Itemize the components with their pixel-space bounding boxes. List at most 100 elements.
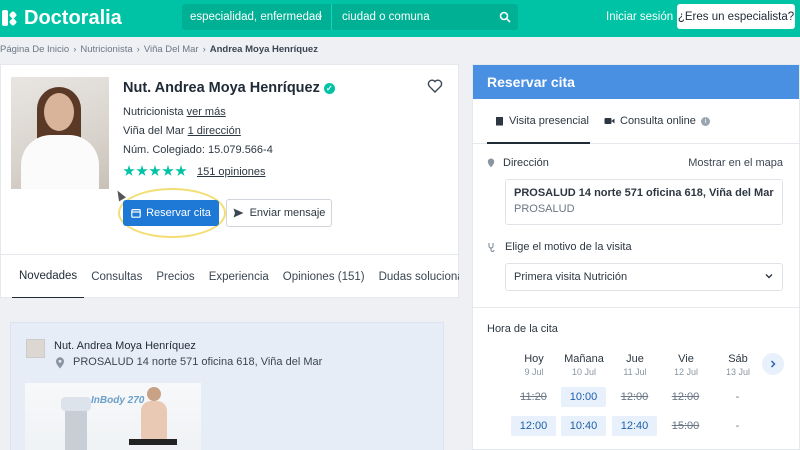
specialist-button[interactable]: ¿Eres un especialista? bbox=[677, 4, 795, 29]
reserve-appointment-button[interactable]: Reservar cita bbox=[123, 200, 219, 226]
time-slot[interactable]: 12:00 bbox=[511, 416, 556, 436]
specialty-text: Nutricionista bbox=[123, 106, 184, 118]
breadcrumb-home[interactable]: Página De Inicio bbox=[0, 44, 69, 55]
specialty-search-input[interactable]: especialidad, enfermedad ⌄ bbox=[182, 4, 332, 30]
city-text: Viña del Mar bbox=[123, 125, 185, 137]
search-bar: especialidad, enfermedad ⌄ ciudad o comu… bbox=[182, 4, 518, 30]
hora-label: Hora de la cita bbox=[487, 323, 558, 335]
star-icon bbox=[149, 165, 161, 176]
clinic-equipment-image[interactable]: InBody 270 bbox=[25, 383, 201, 450]
day-name: Vie bbox=[678, 353, 694, 365]
tab-dudas[interactable]: Dudas solucionadas bbox=[372, 255, 459, 298]
day-date: 13 Jul bbox=[725, 367, 751, 377]
brand-name: Doctoralia bbox=[24, 6, 122, 29]
time-slot[interactable]: 10:00 bbox=[561, 387, 606, 407]
visit-reason-value: Primera visita Nutrición bbox=[514, 271, 628, 283]
active-tab-indicator bbox=[487, 142, 590, 144]
address-card-address: PROSALUD 14 norte 571 oficina 618, Viña … bbox=[73, 356, 323, 368]
city-line: Viña del Mar 1 dirección bbox=[123, 125, 241, 137]
address-link[interactable]: 1 dirección bbox=[188, 125, 241, 137]
doctor-photo[interactable] bbox=[11, 77, 109, 189]
booking-title: Reservar cita bbox=[473, 65, 799, 99]
time-slot: 15:00 bbox=[671, 420, 700, 432]
equipment-label: InBody 270 bbox=[91, 395, 145, 406]
star-icon bbox=[136, 165, 148, 176]
building-icon bbox=[496, 117, 503, 126]
tab-visita-presencial[interactable]: Visita presencial bbox=[495, 115, 589, 127]
doctor-name: Nut. Andrea Moya Henríquez ✓ bbox=[123, 80, 335, 96]
day-sab: Sáb 13 Jul bbox=[713, 353, 763, 377]
tab-consultas[interactable]: Consultas bbox=[84, 255, 149, 298]
send-message-button[interactable]: Enviar mensaje bbox=[226, 199, 332, 227]
tab-presencial-label: Visita presencial bbox=[509, 115, 589, 127]
specialty-line: Nutricionista ver más bbox=[123, 106, 226, 118]
tab-experiencia[interactable]: Experiencia bbox=[202, 255, 276, 298]
doctor-name-text: Nut. Andrea Moya Henríquez bbox=[123, 80, 320, 96]
top-bar: Doctoralia especialidad, enfermedad ⌄ ci… bbox=[0, 0, 800, 37]
verified-icon: ✓ bbox=[323, 82, 335, 94]
day-date: 9 Jul bbox=[524, 367, 544, 377]
day-name: Hoy bbox=[524, 353, 544, 365]
tab-novedades[interactable]: Novedades bbox=[12, 255, 85, 298]
direccion-text: Dirección bbox=[503, 157, 549, 169]
breadcrumb-nutricionista[interactable]: Nutricionista bbox=[80, 44, 132, 55]
opinions-link[interactable]: 151 opiniones bbox=[197, 166, 266, 178]
day-jue: Jue 11 Jul bbox=[610, 353, 660, 377]
day-date: 10 Jul bbox=[571, 367, 597, 377]
time-slot: 12:00 bbox=[671, 391, 700, 403]
address-line-2: PROSALUD bbox=[514, 203, 575, 215]
location-pin-icon bbox=[487, 158, 495, 168]
visit-reason-select[interactable]: Primera visita Nutrición bbox=[505, 263, 783, 291]
breadcrumb-current: Andrea Moya Henríquez bbox=[209, 44, 318, 55]
motivo-label: Elige el motivo de la visita bbox=[487, 241, 632, 253]
send-icon bbox=[233, 208, 244, 218]
tab-consulta-online[interactable]: Consulta online i bbox=[604, 115, 710, 127]
breadcrumb-city[interactable]: Viña Del Mar bbox=[144, 44, 199, 55]
reserve-button-label: Reservar cita bbox=[146, 207, 211, 219]
location-pin-icon bbox=[56, 357, 64, 369]
video-icon bbox=[604, 118, 615, 124]
specialty-placeholder: especialidad, enfermedad bbox=[190, 11, 322, 23]
stethoscope-icon bbox=[488, 243, 495, 252]
chevron-down-icon: ⌄ bbox=[315, 10, 324, 21]
avatar bbox=[26, 339, 45, 358]
profile-tabs: Novedades Consultas Precios Experiencia … bbox=[0, 254, 459, 298]
tab-precios[interactable]: Precios bbox=[149, 255, 201, 298]
chevron-right-icon bbox=[771, 360, 776, 368]
address-line-1: PROSALUD 14 norte 571 oficina 618, Viña … bbox=[514, 187, 774, 199]
calendar-icon bbox=[131, 209, 141, 218]
send-message-label: Enviar mensaje bbox=[249, 207, 326, 219]
time-slot: - bbox=[735, 420, 740, 432]
day-manana: Mañana 10 Jul bbox=[559, 353, 609, 377]
motivo-text: Elige el motivo de la visita bbox=[505, 241, 632, 253]
time-slot[interactable]: 10:40 bbox=[561, 416, 606, 436]
logo[interactable]: Doctoralia bbox=[0, 6, 122, 30]
address-card-name: Nut. Andrea Moya Henríquez bbox=[54, 340, 196, 352]
doctoralia-logo-icon bbox=[0, 8, 20, 28]
city-placeholder: ciudad o comuna bbox=[342, 11, 430, 23]
day-name: Jue bbox=[626, 353, 644, 365]
time-slot: - bbox=[735, 391, 740, 403]
tab-opiniones[interactable]: Opiniones (151) bbox=[276, 255, 372, 298]
address-card: Nut. Andrea Moya Henríquez PROSALUD 14 n… bbox=[10, 322, 444, 450]
search-button[interactable] bbox=[492, 4, 518, 30]
show-map-link[interactable]: Mostrar en el mapa bbox=[688, 157, 783, 169]
star-icon bbox=[123, 165, 135, 176]
rating-stars bbox=[123, 165, 187, 177]
login-link[interactable]: Iniciar sesión bbox=[606, 11, 673, 23]
see-more-link[interactable]: ver más bbox=[187, 106, 226, 118]
time-slot[interactable]: 12:40 bbox=[612, 416, 657, 436]
next-days-button[interactable] bbox=[762, 353, 784, 375]
city-search-input[interactable]: ciudad o comuna bbox=[332, 4, 492, 30]
chevron-down-icon bbox=[765, 274, 773, 279]
favorite-heart-icon[interactable] bbox=[427, 78, 443, 94]
breadcrumb: Página De Inicio › Nutricionista › Viña Del … bbox=[0, 44, 318, 55]
info-icon[interactable]: i bbox=[700, 116, 710, 126]
day-name: Mañana bbox=[564, 353, 604, 365]
day-date: 12 Jul bbox=[673, 367, 699, 377]
address-box[interactable]: PROSALUD 14 norte 571 oficina 618, Viña … bbox=[505, 179, 783, 225]
tab-online-label: Consulta online bbox=[620, 115, 696, 127]
college-number: Núm. Colegiado: 15.079.566-4 bbox=[123, 144, 273, 156]
time-slot: 12:00 bbox=[620, 391, 649, 403]
star-icon bbox=[175, 165, 187, 176]
